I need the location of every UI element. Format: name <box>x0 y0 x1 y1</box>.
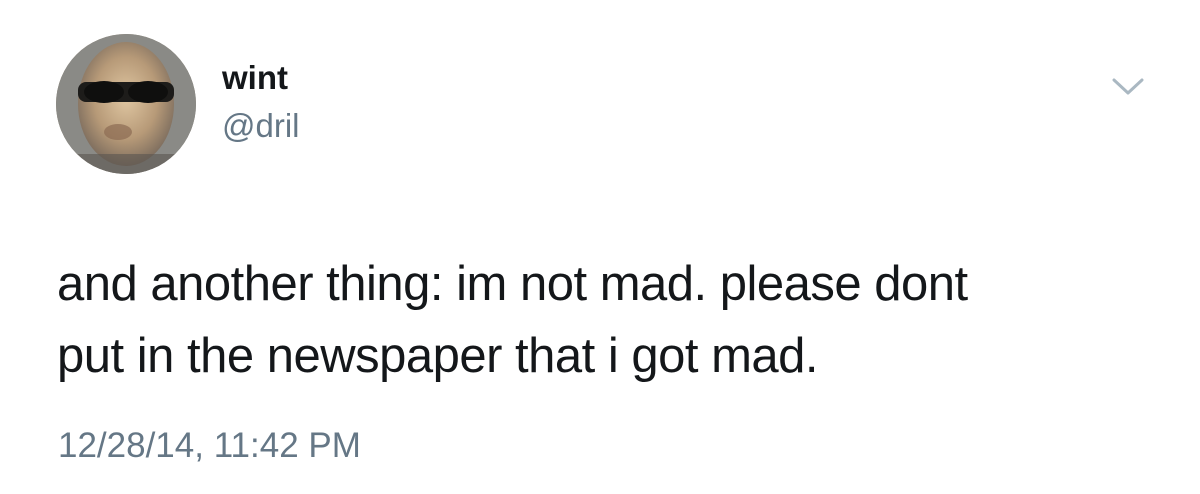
tweet-timestamp[interactable]: 12/28/14, 11:42 PM <box>58 425 361 467</box>
tweet-text-line: put in the newspaper that i got mad. <box>57 329 819 383</box>
tweet-text-line: and another thing: im not mad. please do… <box>57 257 968 311</box>
tweet-card: wint @dril and another thing: im not mad… <box>0 0 1200 494</box>
author-handle[interactable]: @dril <box>222 106 300 146</box>
tweet-text: and another thing: im not mad. please do… <box>57 248 1167 392</box>
avatar[interactable] <box>56 34 196 174</box>
author-display-name[interactable]: wint <box>222 58 288 98</box>
chevron-down-icon[interactable] <box>1108 72 1148 100</box>
